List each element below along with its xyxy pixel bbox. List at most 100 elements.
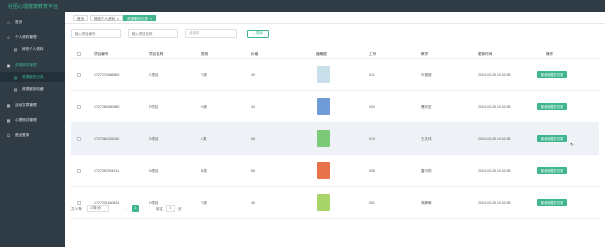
doc-icon: ▦ [6,102,11,108]
thumbnail-image[interactable] [317,66,330,83]
row-checkbox[interactable] [77,169,81,173]
thumbnail-image[interactable] [317,98,330,115]
sidebar-item-5[interactable]: ▤ 资源服务收藏 [0,84,65,94]
tab-2[interactable]: 资源服务记录 × [123,15,157,21]
star-icon: ▤ [13,86,18,92]
next-page-icon[interactable]: › [141,205,147,212]
cell-staff-id: 004 [369,105,375,109]
tab-bar: 首页 修改个人资料 × 资源服务记录 × [65,12,605,24]
cell-category: Y类 [201,73,207,77]
home-icon: ⌂ [7,19,10,25]
cell-staff-id: 014 [369,137,375,141]
cell-time: 2024-03-25 10:42:36 [478,105,511,109]
cell-time: 2024-03-25 10:42:36 [478,169,511,173]
column-header: 缩略图 [316,52,327,56]
column-header[interactable]: 价格 [251,52,258,57]
sidebar-item-label: 心理测试管理 [15,117,37,122]
sidebar-item-label: 资源服务记录 [22,74,44,79]
cell-price: 34 [251,105,255,109]
cancel-favorite-button[interactable]: 取消收藏并记录 [537,71,567,78]
sidebar-item-3[interactable]: ▣ 资源服务管理 [0,60,65,70]
table-row: 1727060253040 D项目 L类 65 014 王天伟 2024-03-25 10:… [71,123,599,155]
column-header[interactable]: 项目编号 [94,52,108,57]
app-title: 社团心理健康教育平台 [8,4,59,10]
cell-teacher: 叶振超 [421,73,432,77]
sidebar-item-4[interactable]: ▤ 资源服务记录 [0,72,65,82]
close-icon[interactable]: × [150,17,152,21]
sidebar-item-label: 修改个人资料 [22,46,44,51]
search-button[interactable]: ⌕ 搜索 [247,29,269,38]
sidebar-item-6[interactable]: ▦ 活动文章管理 [0,100,65,110]
goto-page-input[interactable]: 1 [166,205,175,212]
close-icon[interactable]: × [117,17,119,21]
cell-time: 2024-03-25 10:42:36 [478,73,511,77]
edit-icon: ▤ [13,46,18,52]
sidebar-item-label: 退出登录 [15,132,30,137]
table-header: 项目编号 项目名称 类别 价格 缩略图 工号 教学 更新时间 操作 [71,49,599,59]
sidebar-item-label: 个人资料管理 [15,34,37,39]
sidebar-item-label: 资源服务管理 [15,62,37,67]
cell-name: F项目 [149,105,159,109]
table-row: 1727087834911 N项目 B类 85 008 雷中勤 2024-03-25 10:… [71,155,599,187]
thumbnail-image[interactable] [317,162,330,179]
cell-price: 49 [251,73,255,77]
category-select[interactable]: 请选择 [185,29,237,38]
cell-name: C项目 [149,73,159,77]
prev-page-icon[interactable]: ‹ [123,205,129,212]
page-number-current[interactable]: 1 [132,205,139,212]
row-checkbox[interactable] [77,137,81,141]
column-header[interactable]: 更新时间 [478,52,492,57]
table-row: 1727260560989 F项目 H类 34 004 曹欣宏 2024-03-25 10:… [71,91,599,123]
page-size-select[interactable]: 10条/页 [87,205,109,212]
sidebar-item-label: 活动文章管理 [15,102,37,107]
pagination-total: 共 5 条 [71,207,82,211]
cancel-favorite-button[interactable]: 取消收藏并记录 [537,167,567,174]
sidebar-item-0[interactable]: ⌂ 首页 [0,17,65,27]
cell-code: 1727060253040 [94,137,120,141]
test-icon: ▦ [6,117,11,123]
cell-category: H类 [201,105,208,109]
column-header[interactable]: 类别 [201,52,208,57]
cell-staff-id: 008 [369,169,375,173]
column-header[interactable]: 项目名称 [149,52,163,57]
cell-price: 65 [251,137,255,141]
cell-code: 1727087834911 [94,169,120,173]
tab-label: 首页 [77,17,84,21]
tab-0[interactable]: 首页 [73,15,88,21]
project-code-input[interactable] [71,29,121,38]
tab-1[interactable]: 修改个人资料 × [90,15,124,21]
sidebar: ⌂ 首页 ☺ 个人资料管理 ▤ 修改个人资料 ▣ 资源服务管理 ▤ 资源服务记录 ▤ 资源服务收藏 ▦ 活… [0,12,65,247]
page-unit-label: 页 [178,207,182,211]
project-name-input[interactable] [128,29,178,38]
pagination: 共 5 条 10条/页 ‹ 1 › 前往 1 页 [71,205,371,215]
sidebar-item-7[interactable]: ▦ 心理测试管理 [0,115,65,125]
sidebar-item-1[interactable]: ☺ 个人资料管理 [0,32,65,42]
top-bar: 社团心理健康教育平台 [0,0,605,12]
column-header[interactable]: 教学 [421,52,428,57]
cancel-favorite-button[interactable]: 取消收藏并记录 [537,135,567,142]
search-icon: ⌕ [253,31,255,36]
sidebar-item-8[interactable]: ⏻ 退出登录 [0,130,65,140]
column-header[interactable]: 工号 [369,52,376,57]
cell-time: 2024-03-25 10:42:36 [478,137,511,141]
cell-teacher: 王天伟 [421,137,432,141]
search-button-label: 搜索 [255,31,263,35]
tab-label: 资源服务记录 [127,17,148,21]
table-row: 1727270466869 C项目 Y类 49 011 叶振超 2024-03-25 10:… [71,59,599,91]
sidebar-item-2[interactable]: ▤ 修改个人资料 [0,44,65,54]
cell-category: L类 [201,137,207,141]
select-all-checkbox[interactable] [77,52,81,56]
cell-time: 2024-03-25 10:42:36 [478,201,511,205]
cell-code: 1727270466869 [94,73,120,77]
sidebar-item-label: 首页 [15,19,23,24]
list-icon: ▤ [13,74,18,80]
cell-name: N项目 [149,169,159,173]
row-checkbox[interactable] [77,73,81,77]
cancel-favorite-button[interactable]: 取消收藏并记录 [537,199,567,206]
main-content: 请选择 ⌕ 搜索 项目编号 项目名称 类别 价格 缩略图 工号 教学 更新时间 操作 17272… [65,24,605,247]
page-size-value: 10条/页 [90,206,101,210]
cancel-favorite-button[interactable]: 取消收藏并记录 [537,103,567,110]
column-header: 操作 [546,52,554,56]
thumbnail-image[interactable] [317,130,330,147]
row-checkbox[interactable] [77,105,81,109]
